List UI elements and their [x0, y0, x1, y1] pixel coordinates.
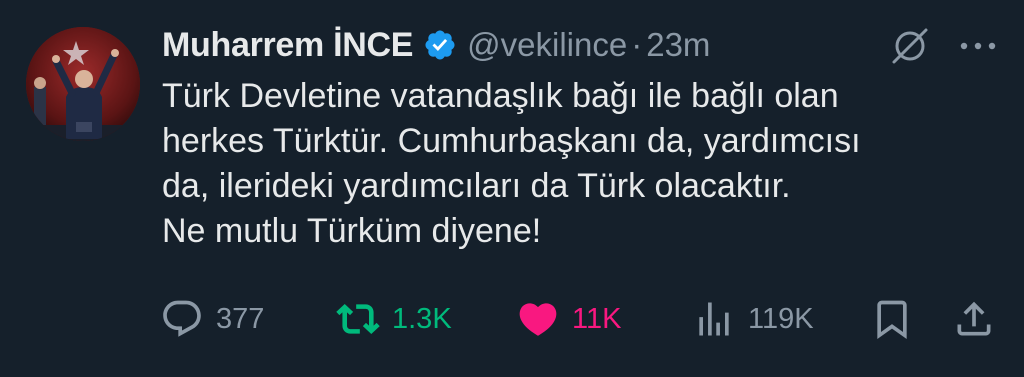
author-name[interactable]: Muharrem İNCE — [162, 26, 413, 65]
retweet-button[interactable]: 1.3K — [336, 296, 452, 342]
views-count: 119K — [748, 302, 814, 335]
author-handle[interactable]: @vekilince — [467, 26, 627, 64]
bookmark-icon — [877, 300, 907, 340]
like-button[interactable]: 11K — [516, 296, 621, 342]
share-button[interactable] — [952, 296, 996, 342]
tweet-timestamp[interactable]: 23m — [646, 26, 710, 64]
grok-icon[interactable] — [888, 24, 932, 68]
reply-icon — [163, 300, 201, 337]
share-icon — [957, 301, 991, 336]
reply-button[interactable]: 377 — [160, 296, 264, 342]
views-button[interactable]: 119K — [692, 296, 814, 342]
retweet-icon — [336, 303, 380, 335]
retweet-count: 1.3K — [392, 302, 452, 335]
bookmark-button[interactable] — [870, 296, 914, 342]
verified-badge-icon[interactable] — [423, 28, 457, 62]
heart-icon — [519, 303, 557, 336]
reply-count: 377 — [216, 302, 265, 335]
tweet-text-line: Ne mutlu Türküm diyene! — [162, 212, 542, 250]
avatar-image — [26, 27, 140, 141]
tweet: Muharrem İNCE @vekilince · 23m Türk Devl… — [0, 0, 1024, 377]
action-bar: 377 1.3K 11K 119K — [160, 296, 1000, 342]
avatar[interactable] — [26, 27, 140, 141]
tweet-text-line: Türk Devletine vatandaşlık bağı ile bağl… — [162, 77, 839, 115]
tweet-text-line: da, ilerideki yardımcıları da Türk olaca… — [162, 167, 791, 205]
more-icon[interactable] — [954, 28, 1002, 64]
tweet-header: Muharrem İNCE @vekilince · 23m — [162, 22, 710, 68]
tweet-text-line: herkes Türktür. Cumhurbaşkanı da, yardım… — [162, 122, 861, 160]
header-separator: · — [631, 26, 643, 63]
views-icon — [699, 302, 729, 336]
tweet-text: Türk Devletine vatandaşlık bağı ile bağl… — [162, 74, 1002, 254]
like-count: 11K — [572, 302, 622, 335]
